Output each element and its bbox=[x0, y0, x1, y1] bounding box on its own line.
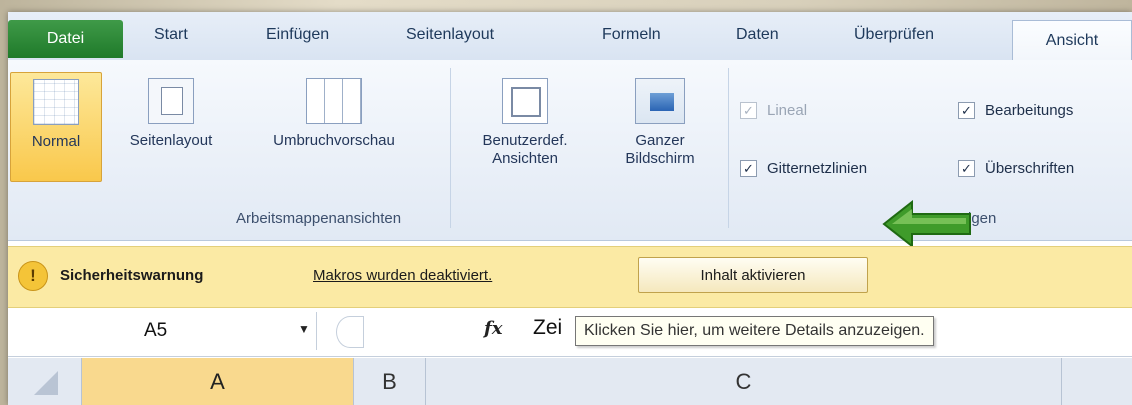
custom-views-button[interactable]: Benutzerdef. Ansichten bbox=[460, 70, 590, 168]
formula-bar-handle[interactable] bbox=[336, 316, 364, 348]
ribbon-separator bbox=[728, 68, 729, 228]
tooltip: Klicken Sie hier, um weitere Details anz… bbox=[575, 316, 934, 346]
tab-einfuegen[interactable]: Einfügen bbox=[266, 26, 329, 54]
ribbon-panel: Normal Seitenlayout Umbruchvorschau Benu… bbox=[8, 60, 1132, 248]
full-screen-icon bbox=[635, 78, 685, 124]
checkbox-check-icon: ✓ bbox=[958, 160, 975, 177]
column-header-b[interactable]: B bbox=[354, 358, 426, 405]
checkbox-gitternetzlinien[interactable]: ✓ Gitternetzlinien bbox=[740, 160, 867, 177]
checkbox-check-icon: ✓ bbox=[958, 102, 975, 119]
formula-bar: A5 ▼ fx Zei Klicken Sie hier, um weitere… bbox=[8, 308, 1132, 357]
tab-ueberpruefen[interactable]: Überprüfen bbox=[854, 26, 934, 54]
checkbox-check-icon: ✓ bbox=[740, 160, 757, 177]
page-break-preview-button[interactable]: Umbruchvorschau bbox=[240, 70, 428, 150]
tab-ansicht[interactable]: Ansicht bbox=[1012, 20, 1132, 61]
checkbox-bearbeitungsleiste[interactable]: ✓ Bearbeitungs bbox=[958, 102, 1073, 119]
name-box-value: A5 bbox=[144, 320, 168, 341]
security-warning-bar: ! Sicherheitswarnung Makros wurden deakt… bbox=[8, 246, 1132, 308]
custom-views-icon bbox=[502, 78, 548, 124]
checkbox-lineal[interactable]: ✓ Lineal bbox=[740, 102, 807, 119]
tab-daten[interactable]: Daten bbox=[736, 26, 779, 54]
tab-start[interactable]: Start bbox=[154, 26, 188, 54]
insert-function-icon[interactable]: fx bbox=[484, 318, 502, 339]
checkbox-label: Bearbeitungs bbox=[985, 102, 1074, 119]
full-screen-label: Ganzer Bildschirm bbox=[625, 132, 695, 167]
select-all-triangle-icon bbox=[33, 370, 58, 395]
checkbox-check-icon: ✓ bbox=[740, 102, 757, 119]
excel-window: Datei Start Einfügen Seitenlayout Formel… bbox=[8, 12, 1132, 405]
tab-seitenlayout[interactable]: Seitenlayout bbox=[406, 26, 494, 54]
normal-view-button[interactable]: Normal bbox=[10, 72, 102, 182]
normal-view-label: Normal bbox=[31, 133, 81, 150]
checkbox-label: Überschriften bbox=[985, 160, 1075, 177]
enable-content-button[interactable]: Inhalt aktivieren bbox=[638, 257, 868, 293]
green-arrow-icon bbox=[882, 200, 971, 248]
select-all-corner[interactable] bbox=[8, 358, 82, 405]
ribbon-tab-strip: Datei Start Einfügen Seitenlayout Formel… bbox=[8, 12, 1132, 61]
page-break-icon bbox=[306, 78, 362, 124]
warning-icon: ! bbox=[18, 261, 48, 291]
column-header-a[interactable]: A bbox=[82, 358, 354, 405]
page-layout-view-button[interactable]: Seitenlayout bbox=[112, 70, 230, 150]
group-label-show: igen bbox=[968, 210, 997, 227]
formula-input[interactable]: Zei bbox=[533, 316, 562, 340]
ribbon-separator bbox=[450, 68, 451, 228]
column-header-c[interactable]: C bbox=[426, 358, 1062, 405]
warning-title: Sicherheitswarnung bbox=[60, 267, 204, 284]
checkbox-label: Lineal bbox=[767, 102, 808, 119]
group-label-workbook-views: Arbeitsmappenansichten bbox=[236, 210, 402, 227]
tab-formeln[interactable]: Formeln bbox=[602, 26, 661, 54]
page-layout-label: Seitenlayout bbox=[129, 132, 213, 149]
page-layout-icon bbox=[148, 78, 194, 124]
macros-disabled-link[interactable]: Makros wurden deaktiviert. bbox=[313, 267, 492, 284]
page-break-label: Umbruchvorschau bbox=[273, 132, 395, 149]
normal-view-icon bbox=[33, 79, 79, 125]
custom-views-label: Benutzerdef. Ansichten bbox=[482, 132, 568, 167]
name-box[interactable]: A5 ▼ bbox=[8, 312, 317, 350]
checkbox-label: Gitternetzlinien bbox=[767, 160, 868, 177]
chevron-down-icon[interactable]: ▼ bbox=[298, 322, 310, 336]
checkbox-ueberschriften[interactable]: ✓ Überschriften bbox=[958, 160, 1074, 177]
column-header-row: A B C bbox=[8, 358, 1132, 405]
full-screen-button[interactable]: Ganzer Bildschirm bbox=[600, 70, 720, 168]
tab-datei[interactable]: Datei bbox=[8, 20, 123, 58]
